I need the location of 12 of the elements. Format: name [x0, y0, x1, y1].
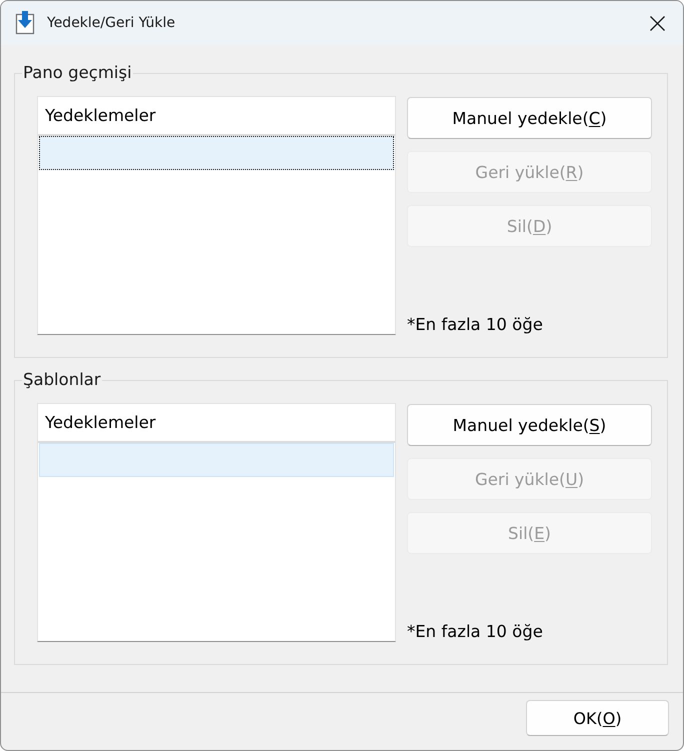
note-text: *En fazla 10 öğe — [407, 622, 543, 642]
list-row[interactable] — [39, 136, 394, 170]
window-title: Yedekle/Geri Yükle — [47, 15, 176, 31]
ok-button[interactable]: OK(O) — [526, 700, 669, 736]
action-button[interactable]: Manuel yedekle(S) — [407, 404, 652, 446]
note-text: *En fazla 10 öğe — [407, 315, 543, 335]
group-title: Şablonlar — [22, 370, 102, 390]
close-icon — [650, 16, 664, 30]
list-view[interactable]: Yedeklemeler — [37, 403, 396, 642]
group-title: Pano geçmişi — [22, 63, 133, 83]
list-view[interactable]: Yedeklemeler — [37, 96, 396, 335]
action-button[interactable]: Manuel yedekle(C) — [407, 97, 652, 139]
